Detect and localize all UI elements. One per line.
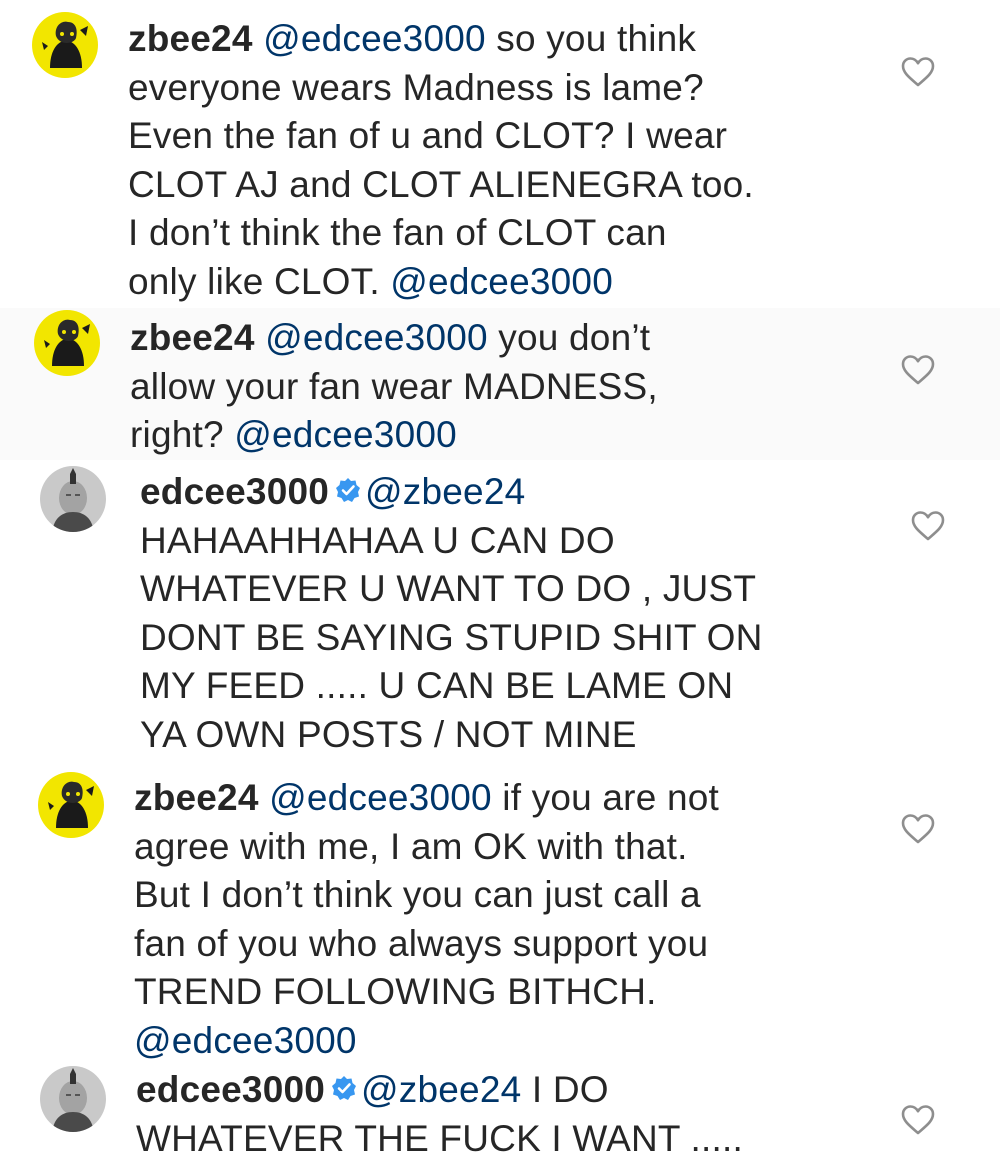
- yellow-cartoon-avatar-icon: [34, 310, 100, 376]
- comment-text: Even the fan of u and CLOT? I wear: [128, 115, 728, 156]
- comment-body: zbee24 @edcee3000 you don’t allow your f…: [130, 314, 658, 460]
- username-link[interactable]: edcee3000: [140, 471, 329, 512]
- comment-row: zbee24 @edcee3000 if you are not agree w…: [0, 768, 1000, 1066]
- comment-text: fan of you who always support you: [134, 922, 709, 964]
- verified-badge-icon: [331, 1075, 357, 1101]
- avatar[interactable]: [34, 310, 100, 376]
- comment-line: only like CLOT. @edcee3000: [128, 258, 754, 307]
- avatar[interactable]: [32, 12, 98, 78]
- comment-text: allow your fan wear MADNESS,: [130, 365, 658, 407]
- comment-text: you don’t: [487, 317, 651, 358]
- mention-link[interactable]: @zbee24: [365, 471, 525, 512]
- like-button[interactable]: [900, 813, 936, 845]
- comment-text: I don’t think the fan of CLOT can: [128, 212, 667, 253]
- comment-body: edcee3000 @zbee24 HAHAAHHAHAA U CAN DO WH…: [140, 468, 763, 759]
- comment-row: zbee24 @edcee3000 you don’t allow your f…: [0, 308, 1000, 460]
- comment-line: zbee24 @edcee3000 if you are not: [134, 774, 719, 823]
- comment-body: edcee3000 @zbee24 I DO WHATEVER THE FUCK …: [136, 1066, 743, 1163]
- comment-text: DONT BE SAYING STUPID SHIT ON: [140, 616, 763, 658]
- mention-link[interactable]: @edcee3000: [390, 261, 613, 302]
- comment-line: @edcee3000: [134, 1017, 719, 1066]
- like-button[interactable]: [900, 1104, 936, 1136]
- gray-portrait-avatar-icon: [40, 466, 106, 532]
- comment-text: if you are not: [491, 777, 719, 818]
- comment-text: right?: [130, 414, 235, 455]
- comment-text: MY FEED ..... U CAN BE LAME ON: [140, 665, 734, 706]
- comment-text: WHATEVER THE FUCK I WANT .....: [136, 1117, 743, 1159]
- mention-link[interactable]: @edcee3000: [265, 317, 488, 358]
- comment-text: HAHAAHHAHAA U CAN DO: [140, 519, 615, 561]
- comment-line: zbee24 @edcee3000 so you think: [128, 15, 754, 64]
- comment-text: YA OWN POSTS / NOT MINE: [140, 713, 637, 755]
- avatar[interactable]: [38, 772, 104, 838]
- comment-text: WHATEVER U WANT TO DO , JUST: [140, 568, 757, 609]
- comment-text: But I don’t think you can just call a: [134, 874, 701, 915]
- comment-text: CLOT AJ and CLOT ALIENEGRA too.: [128, 163, 754, 205]
- verified-badge-icon: [335, 477, 361, 503]
- comment-line: edcee3000 @zbee24 I DO: [136, 1066, 743, 1115]
- yellow-cartoon-avatar-icon: [32, 12, 98, 78]
- comment-thread: zbee24 @edcee3000 so you think everyone …: [0, 0, 1000, 1163]
- username-link[interactable]: edcee3000: [136, 1069, 325, 1110]
- username-link[interactable]: zbee24: [128, 18, 253, 59]
- like-button[interactable]: [910, 510, 946, 542]
- username-link[interactable]: zbee24: [134, 777, 259, 818]
- comment-line: edcee3000 @zbee24: [140, 468, 763, 517]
- comment-text: agree with me, I am OK with that.: [134, 825, 688, 867]
- comment-text: only like CLOT.: [128, 260, 391, 302]
- mention-link[interactable]: @edcee3000: [134, 1020, 357, 1061]
- gray-portrait-avatar-icon: [40, 1066, 106, 1132]
- comment-body: zbee24 @edcee3000 so you think everyone …: [128, 15, 754, 306]
- comment-row: edcee3000 @zbee24 I DO WHATEVER THE FUCK …: [0, 1066, 1000, 1163]
- comment-text: I DO: [521, 1069, 609, 1110]
- avatar[interactable]: [40, 1066, 106, 1132]
- heart-outline-icon: [901, 814, 935, 844]
- heart-outline-icon: [901, 1105, 935, 1135]
- heart-outline-icon: [901, 355, 935, 385]
- mention-link[interactable]: @edcee3000: [263, 18, 486, 59]
- comment-line: zbee24 @edcee3000 you don’t: [130, 314, 658, 363]
- comment-text: everyone wears Madness is lame?: [128, 66, 704, 108]
- mention-link[interactable]: @zbee24: [361, 1069, 521, 1110]
- yellow-cartoon-avatar-icon: [38, 772, 104, 838]
- comment-text: so you think: [485, 18, 697, 59]
- like-button[interactable]: [900, 56, 936, 88]
- mention-link[interactable]: @edcee3000: [234, 414, 457, 455]
- avatar[interactable]: [40, 466, 106, 532]
- comment-line: right? @edcee3000: [130, 411, 658, 460]
- heart-outline-icon: [901, 57, 935, 87]
- like-button[interactable]: [900, 354, 936, 386]
- comment-row: edcee3000 @zbee24 HAHAAHHAHAA U CAN DO WH…: [0, 460, 1000, 768]
- username-link[interactable]: zbee24: [130, 317, 255, 358]
- mention-link[interactable]: @edcee3000: [269, 777, 492, 818]
- heart-outline-icon: [911, 511, 945, 541]
- comment-row: zbee24 @edcee3000 so you think everyone …: [0, 0, 1000, 308]
- comment-body: zbee24 @edcee3000 if you are not agree w…: [134, 774, 719, 1065]
- comment-text: TREND FOLLOWING BITHCH.: [134, 971, 657, 1012]
